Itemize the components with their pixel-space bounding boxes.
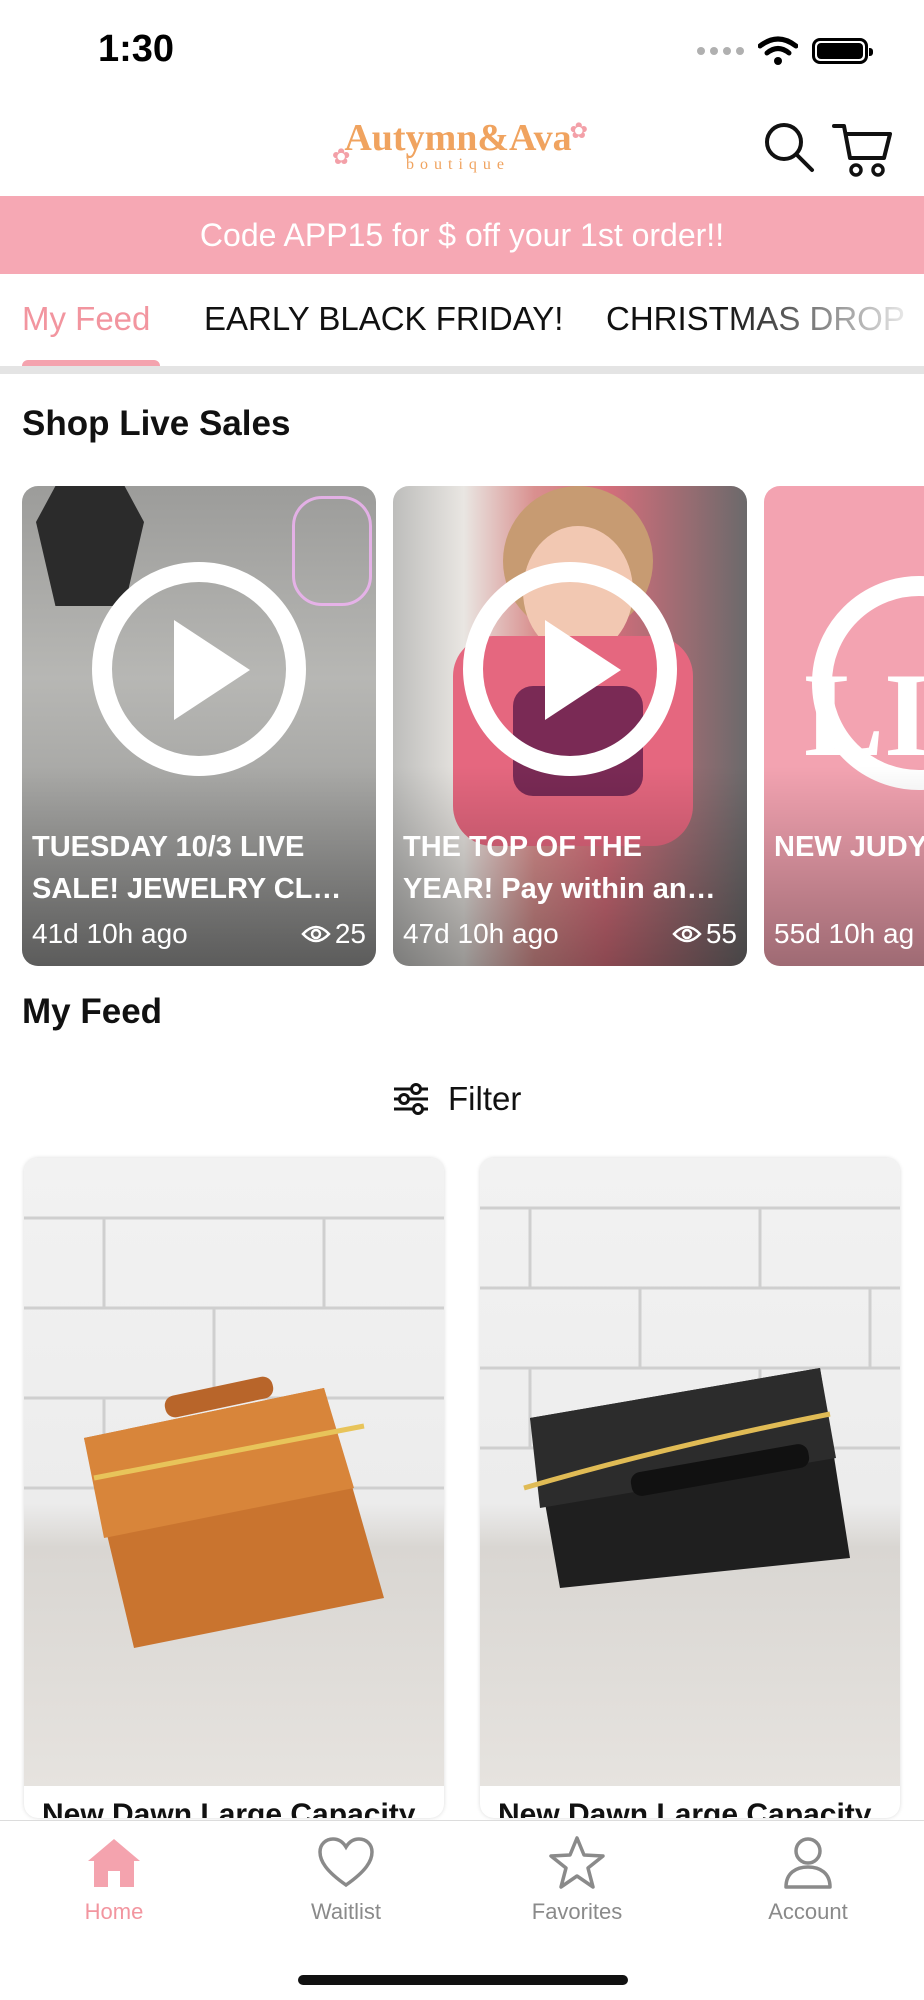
play-icon <box>545 620 621 720</box>
nav-favorites-label: Favorites <box>531 1899 623 1924</box>
play-button[interactable] <box>92 562 306 776</box>
tab-my-feed[interactable]: My Feed <box>22 300 150 338</box>
play-button[interactable] <box>463 562 677 776</box>
cart-icon <box>832 124 892 177</box>
person-icon <box>784 1837 832 1889</box>
view-count: 55 <box>705 918 737 949</box>
sliders-icon <box>394 1083 428 1115</box>
status-time: 1:30 <box>98 28 175 70</box>
heart-icon <box>318 1837 374 1888</box>
search-button[interactable] <box>762 120 816 174</box>
promo-text: Code APP15 for $ off your 1st order!! <box>199 216 725 253</box>
live-sale-card[interactable]: LI NEW JUDY NEW ANN 55d 10h ag <box>764 486 924 966</box>
status-icons <box>697 36 873 66</box>
product-card[interactable]: New Dawn Large Capacity <box>480 1158 900 1818</box>
filter-button[interactable]: Filter <box>392 1076 521 1122</box>
tab-early-black-friday[interactable]: EARLY BLACK FRIDAY! <box>204 300 563 338</box>
view-count: 25 <box>334 918 366 949</box>
brand-logo[interactable]: ✿ Autymn&Ava boutique ✿ <box>328 118 588 188</box>
neon-sign <box>292 496 372 606</box>
live-sale-card[interactable]: TUESDAY 10/3 LIVE SALE! JEWELRY CL… 41d … <box>22 486 376 966</box>
category-tabs: My Feed EARLY BLACK FRIDAY! CHRISTMAS DR… <box>0 274 924 374</box>
nav-account[interactable]: Account <box>728 1835 888 1925</box>
filter-label: Filter <box>448 1080 522 1117</box>
eye-icon <box>672 925 702 943</box>
nav-home-label: Home <box>84 1899 144 1924</box>
flower-icon: ✿ <box>332 144 351 169</box>
tile-wall <box>24 1216 444 1648</box>
app-header: ✿ Autymn&Ava boutique ✿ <box>0 100 924 196</box>
live-sale-time: 47d 10h ago <box>403 918 559 949</box>
tab-fade <box>724 274 924 366</box>
star-icon <box>549 1836 605 1889</box>
product-image <box>24 1158 444 1786</box>
status-bar: 1:30 <box>0 0 924 100</box>
eye-icon <box>301 925 331 943</box>
promo-banner[interactable]: Code APP15 for $ off your 1st order!! <box>0 196 924 274</box>
product-title: New Dawn Large Capacity <box>498 1798 872 1818</box>
nav-favorites[interactable]: Favorites <box>497 1835 657 1925</box>
card-graphic: LI <box>804 648 924 781</box>
search-icon <box>765 123 814 172</box>
nav-account-label: Account <box>768 1899 848 1924</box>
product-image <box>480 1158 900 1786</box>
wifi-icon <box>758 36 798 65</box>
live-sale-views: 25 <box>301 918 366 950</box>
live-sale-title: NEW JUDY NEW ANN <box>774 831 924 863</box>
tile-wall <box>480 1206 900 1588</box>
section-title-live: Shop Live Sales <box>22 404 291 443</box>
signal-icon <box>697 47 744 55</box>
battery-icon <box>812 38 873 64</box>
live-sale-time: 41d 10h ago <box>32 918 188 949</box>
live-sale-title: TUESDAY 10/3 LIVE SALE! JEWELRY CL… <box>32 831 342 905</box>
product-card[interactable]: New Dawn Large Capacity <box>24 1158 444 1818</box>
section-title-feed: My Feed <box>22 992 163 1031</box>
nav-waitlist-label: Waitlist <box>310 1899 382 1924</box>
live-sale-time: 55d 10h ag <box>774 918 915 949</box>
live-sale-title: THE TOP OF THE YEAR! Pay within an… <box>403 831 716 905</box>
cart-button[interactable] <box>832 120 894 178</box>
live-sale-card[interactable]: THE TOP OF THE YEAR! Pay within an… 47d … <box>393 486 747 966</box>
product-title: New Dawn Large Capacity <box>42 1798 416 1818</box>
live-sale-views: 55 <box>672 918 737 950</box>
play-icon <box>174 620 250 720</box>
home-icon <box>88 1839 140 1887</box>
active-tab-indicator <box>22 360 160 366</box>
bottom-nav: Home Waitlist Favorites Account <box>0 1820 924 2000</box>
flower-icon: ✿ <box>569 118 588 143</box>
nav-home[interactable]: Home <box>34 1835 194 1925</box>
logo-text: Autymn&Ava <box>344 117 572 159</box>
home-indicator <box>298 1975 628 1985</box>
nav-waitlist[interactable]: Waitlist <box>266 1835 426 1925</box>
